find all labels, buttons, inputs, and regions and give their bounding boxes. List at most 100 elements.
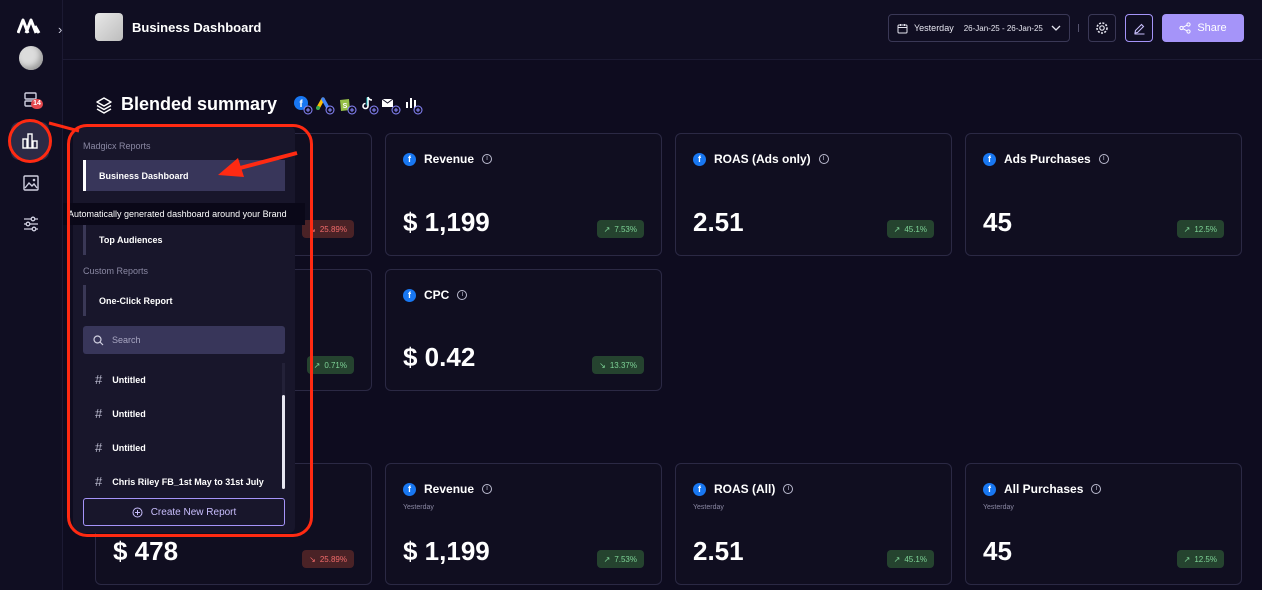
date-range-text: 26-Jan-25 - 26-Jan-25 [963, 23, 1043, 33]
left-sidebar: 14 [0, 0, 63, 590]
info-icon[interactable]: i [482, 484, 493, 494]
facebook-icon: f [293, 95, 313, 115]
section-title-text: Blended summary [121, 94, 278, 114]
change-chip: ↗ 0.71% [306, 356, 354, 374]
search-input[interactable] [112, 335, 262, 345]
change-chip: ↗ 45.1% [886, 220, 934, 238]
analytics-icon [403, 95, 423, 115]
card-header: f Ads Purchases i [983, 152, 1109, 166]
share-icon [1179, 22, 1191, 34]
card-subtitle: Yesterday [983, 504, 1014, 511]
annotation-circle [8, 119, 52, 163]
info-icon[interactable]: i [457, 290, 468, 300]
metric-card-revenue[interactable]: f Revenue i $ 1,199 ↗ 7.53% [385, 133, 662, 256]
card-label: ROAS (Ads only) [714, 152, 811, 166]
facebook-icon: f [403, 482, 416, 496]
card-header: f Revenue i [403, 152, 493, 166]
sliders-icon [24, 216, 38, 232]
card-value: $ 0.42 [403, 342, 476, 372]
card-header: f All Purchases i [983, 482, 1102, 496]
image-icon [23, 175, 39, 191]
metric-card-cpc[interactable]: f CPC i $ 0.42 ↘ 13.37% [385, 269, 662, 391]
scrollbar-thumb[interactable] [282, 395, 285, 489]
sidebar-item-creatives[interactable] [18, 170, 44, 196]
card-header: f CPC i [403, 288, 468, 302]
card-header: f Revenue i [403, 482, 493, 496]
divider [1078, 24, 1079, 32]
create-new-report-button[interactable]: Create New Report [83, 498, 285, 526]
card-value: 2.51 [693, 536, 744, 566]
custom-report-item[interactable]: # Chris Riley FB_1st May to 31st July [95, 474, 264, 489]
report-item-top-audiences[interactable]: Top Audiences [83, 225, 285, 255]
card-value: $ 1,199 [403, 207, 490, 237]
edit-button[interactable] [1125, 14, 1153, 42]
report-item-business-dashboard[interactable]: Business Dashboard [83, 160, 285, 191]
plus-circle-icon [132, 507, 143, 517]
custom-report-item[interactable]: # Untitled [95, 372, 146, 387]
change-chip: ↗ 12.5% [1176, 220, 1224, 238]
metric-card-ads-purchases[interactable]: f Ads Purchases i 45 ↗ 12.5% [965, 133, 1242, 256]
data-source-icons: f S [293, 95, 423, 115]
facebook-icon: f [983, 482, 996, 496]
hash-icon: # [95, 440, 103, 455]
pencil-icon [1133, 23, 1144, 35]
section-title: Blended summary [95, 94, 277, 115]
card-label: All Purchases [1004, 482, 1084, 496]
change-chip: ↗ 7.53% [596, 220, 644, 238]
facebook-icon: f [403, 288, 416, 302]
card-subtitle: Yesterday [403, 504, 434, 511]
change-chip: ↘ 25.89% [302, 550, 354, 568]
madgicx-reports-label: Madgicx Reports [83, 141, 151, 151]
custom-reports-label: Custom Reports [83, 266, 149, 276]
settings-button[interactable] [1088, 14, 1116, 42]
metric-card-roas-all[interactable]: f ROAS (All) i Yesterday 2.51 ↗ 45.1% [675, 463, 952, 585]
facebook-icon: f [693, 152, 706, 166]
tiktok-icon [359, 95, 379, 115]
svg-text:S: S [343, 103, 348, 110]
top-header: Business Dashboard Yesterday 26-Jan-25 -… [63, 0, 1262, 60]
search-icon [93, 334, 104, 345]
card-value: 45 [983, 207, 1012, 237]
facebook-icon: f [693, 482, 706, 496]
card-value: 2.51 [693, 207, 744, 237]
share-label: Share [1197, 22, 1227, 34]
account-avatar[interactable] [19, 46, 43, 70]
card-value: $ 478 [113, 536, 179, 566]
sidebar-item-settings[interactable] [18, 211, 44, 237]
share-button[interactable]: Share [1162, 14, 1244, 42]
report-tooltip: Automatically generated dashboard around… [63, 203, 305, 225]
date-preset: Yesterday [914, 23, 954, 33]
page-title: Business Dashboard [132, 20, 262, 35]
card-label: ROAS (All) [714, 482, 776, 496]
custom-report-item[interactable]: # Untitled [95, 406, 146, 421]
info-icon[interactable]: i [818, 154, 829, 164]
metric-card-revenue-all[interactable]: f Revenue i Yesterday $ 1,199 ↗ 7.53% [385, 463, 662, 585]
info-icon[interactable]: i [482, 154, 493, 164]
shopify-icon: S [337, 95, 357, 115]
info-icon[interactable]: i [1091, 484, 1102, 494]
card-value: 45 [983, 536, 1012, 566]
card-label: Revenue [424, 482, 475, 496]
hash-icon: # [95, 372, 103, 387]
custom-report-item[interactable]: # Untitled [95, 440, 146, 455]
email-icon [381, 95, 401, 115]
report-item-one-click[interactable]: One-Click Report [83, 285, 285, 316]
brand-logo [95, 13, 123, 41]
notification-badge: 14 [31, 99, 43, 109]
date-range-picker[interactable]: Yesterday 26-Jan-25 - 26-Jan-25 [888, 14, 1070, 42]
madgicx-logo-icon[interactable] [17, 18, 41, 34]
gear-icon [1096, 22, 1108, 34]
info-icon[interactable]: i [783, 484, 794, 494]
metric-card-roas[interactable]: f ROAS (Ads only) i 2.51 ↗ 45.1% [675, 133, 952, 256]
card-label: Revenue [424, 152, 475, 166]
calendar-icon [897, 23, 908, 33]
change-chip: ↘ 13.37% [592, 356, 644, 374]
card-value: $ 1,199 [403, 536, 490, 566]
change-chip: ↘ 25.89% [302, 220, 354, 238]
chevron-down-icon [1051, 25, 1061, 31]
metric-card-all-purchases[interactable]: f All Purchases i Yesterday 45 ↗ 12.5% [965, 463, 1242, 585]
layers-icon [96, 96, 112, 114]
info-icon[interactable]: i [1098, 154, 1109, 164]
change-chip: ↗ 7.53% [596, 550, 644, 568]
report-search[interactable] [83, 326, 285, 354]
